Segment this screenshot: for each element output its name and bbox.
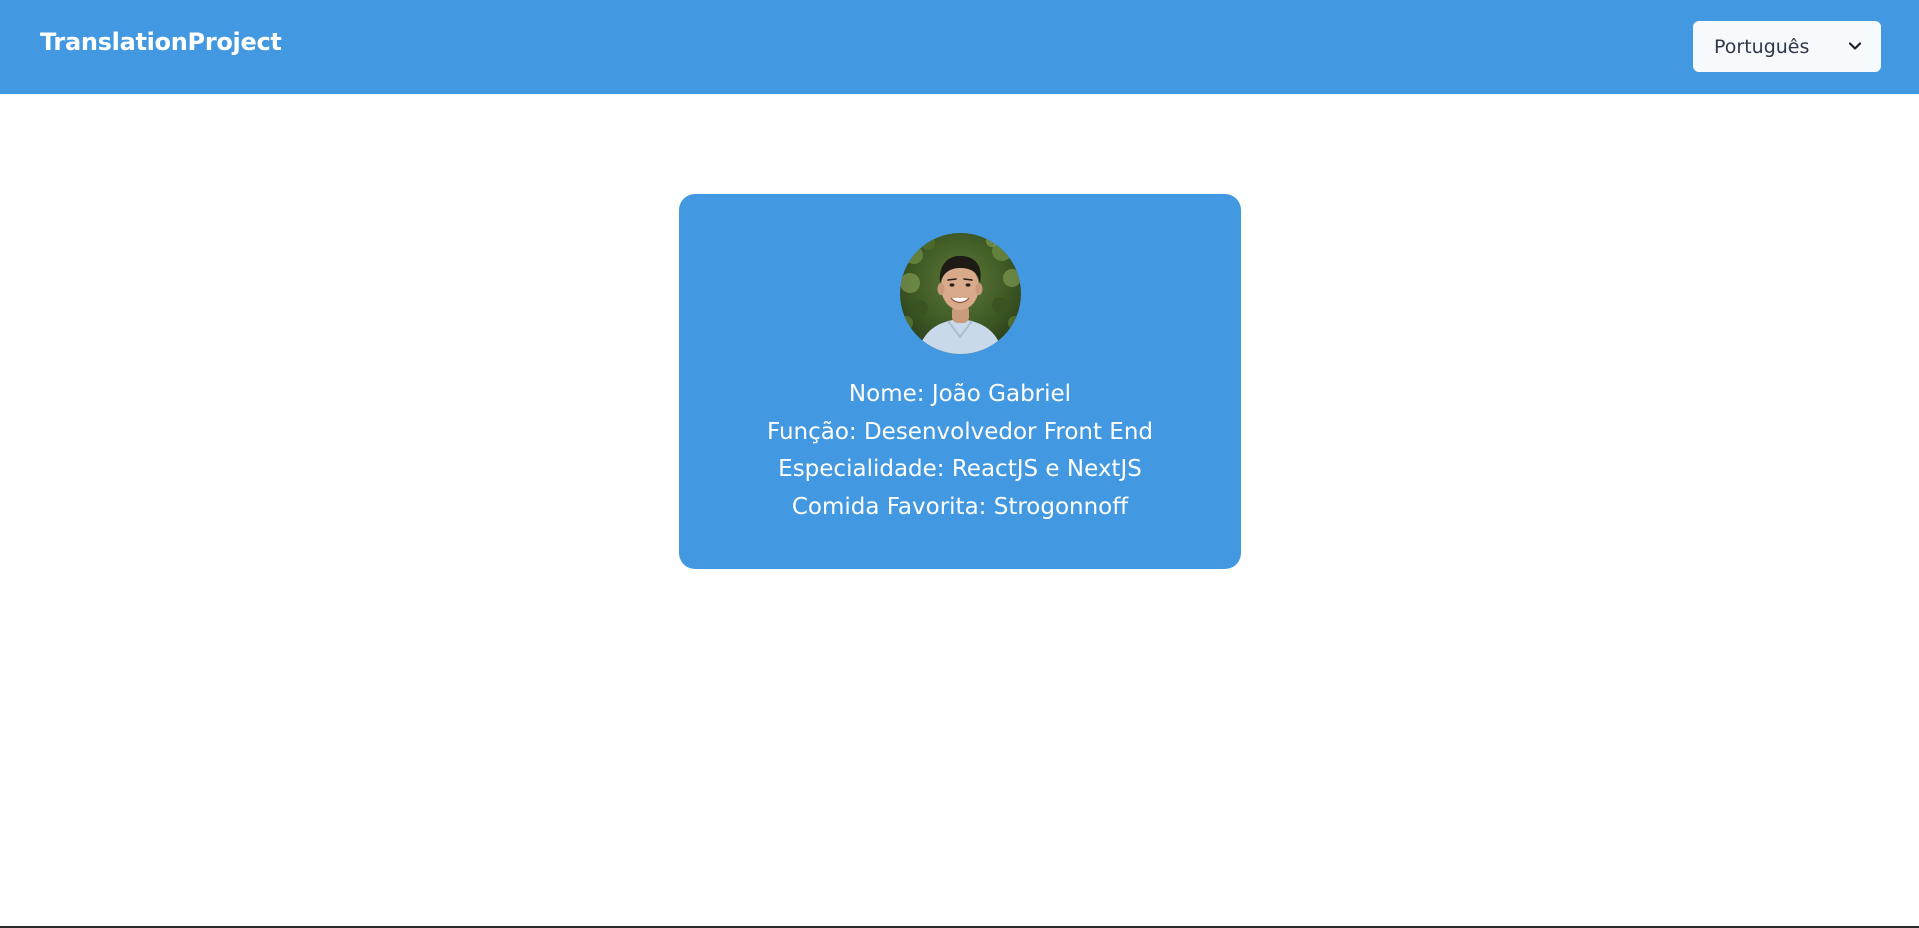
profile-role: Função: Desenvolvedor Front End <box>766 418 1154 445</box>
profile-name: Nome: João Gabriel <box>848 381 1072 407</box>
avatar-image <box>900 233 1021 354</box>
profile-specialty: Especialidade: ReactJS e NextJS <box>778 456 1142 482</box>
page: TranslationProject Português Nome: João … <box>0 0 1919 928</box>
brand-title: TranslationProject <box>40 28 282 56</box>
profile-card: Nome: João Gabriel Função: Desenvolvedor… <box>679 194 1241 569</box>
avatar <box>900 233 1021 354</box>
language-select-value: Português <box>1714 36 1810 58</box>
language-select[interactable]: Português <box>1693 21 1881 72</box>
profile-favorite-food: Comida Favorita: Strogonnoff <box>791 493 1129 520</box>
chevron-down-icon <box>1848 42 1862 50</box>
top-navbar: TranslationProject Português <box>0 0 1919 94</box>
profile-info: Nome: João Gabriel Função: Desenvolvedor… <box>679 376 1241 526</box>
